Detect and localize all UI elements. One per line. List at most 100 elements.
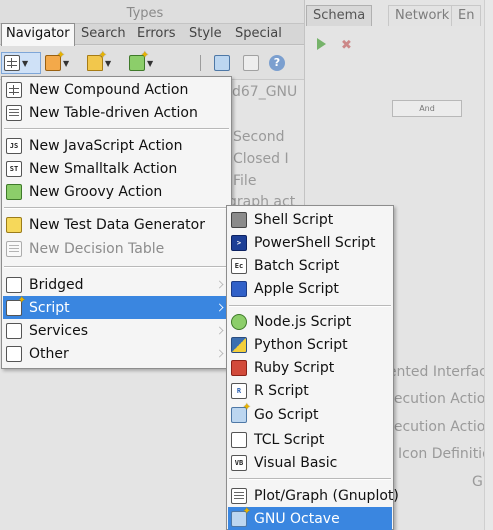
powershell-icon: > xyxy=(231,234,247,251)
menu-item-label: Go Script xyxy=(254,406,319,423)
submenu-arrow-icon xyxy=(215,303,224,312)
save-icon[interactable] xyxy=(243,55,259,71)
new-folder-icon: ✦ xyxy=(87,50,107,71)
menu-item-label: New Decision Table xyxy=(29,240,165,257)
types-label: Types xyxy=(126,6,164,21)
javascript-icon: JS xyxy=(6,137,22,154)
menu-item-nodejs-script[interactable]: Node.js Script xyxy=(228,310,392,333)
file-fragment: File xyxy=(233,173,257,189)
execution-fragment-2: xecution Action xyxy=(386,419,493,435)
menu-item-new-table-driven-action[interactable]: New Table-driven Action xyxy=(3,101,230,124)
tab-style[interactable]: Style xyxy=(185,24,226,45)
menu-item-visual-basic[interactable]: VB Visual Basic xyxy=(228,451,392,474)
menu-item-apple-script[interactable]: Apple Script xyxy=(228,277,392,300)
python-icon xyxy=(231,336,247,353)
menu-item-label: R Script xyxy=(254,382,309,399)
menu-item-label: Script xyxy=(29,299,70,316)
menu-item-gnuplot[interactable]: Plot/Graph (Gnuplot) xyxy=(228,484,399,507)
tab-network[interactable]: Network xyxy=(388,5,457,26)
menu-item-new-javascript-action[interactable]: JS New JavaScript Action xyxy=(3,134,230,157)
icon-definition-fragment: Icon Definition xyxy=(398,446,493,462)
menu-item-label: Batch Script xyxy=(254,257,340,274)
menu-item-label: Bridged xyxy=(29,276,84,293)
menu-separator xyxy=(4,207,229,209)
toolbar-separator xyxy=(200,55,201,71)
menu-item-services[interactable]: Services xyxy=(3,319,230,342)
menu-item-new-smalltalk-action[interactable]: ST New Smalltalk Action xyxy=(3,157,230,180)
menu-item-label: Apple Script xyxy=(254,280,339,297)
menu-item-label: New Smalltalk Action xyxy=(29,160,178,177)
copy-icon[interactable] xyxy=(214,55,230,71)
new-table-dropdown[interactable]: ✦ ▼ xyxy=(43,50,83,74)
menu-item-label: Shell Script xyxy=(254,211,334,228)
menu-item-python-script[interactable]: Python Script xyxy=(228,333,392,356)
execution-fragment-1: xecution Action xyxy=(386,391,493,407)
submenu-arrow-icon xyxy=(215,326,224,335)
gnuplot-icon xyxy=(231,487,247,504)
shell-script-icon xyxy=(231,211,247,228)
ruby-icon xyxy=(231,359,247,376)
title-fragment: d67_GNU xyxy=(232,84,298,100)
help-icon[interactable]: ? xyxy=(269,55,285,71)
menu-item-tcl-script[interactable]: TCL Script xyxy=(228,428,392,451)
tab-schema[interactable]: Schema xyxy=(306,5,373,26)
menu-item-go-script[interactable]: ✦ Go Script xyxy=(228,402,392,426)
menu-item-other[interactable]: Other xyxy=(3,342,230,365)
menu-separator xyxy=(4,266,229,268)
menu-item-bridged[interactable]: Bridged xyxy=(3,273,230,296)
menu-item-powershell-script[interactable]: > PowerShell Script xyxy=(228,231,392,254)
menu-item-label: New Compound Action xyxy=(29,81,189,98)
closed-fragment: Closed I xyxy=(233,151,289,167)
menu-separator xyxy=(4,128,229,130)
menu-item-script[interactable]: ✦ Script xyxy=(3,295,230,319)
nodejs-icon xyxy=(231,313,247,330)
tcl-script-icon xyxy=(231,431,247,448)
compound-action-icon xyxy=(4,55,20,71)
tab-special[interactable]: Special xyxy=(231,24,286,45)
second-fragment: Second xyxy=(233,129,285,145)
menu-item-label: PowerShell Script xyxy=(254,234,376,251)
run-icon[interactable] xyxy=(317,38,326,50)
script-folder-icon: ✦ xyxy=(6,295,26,316)
menu-separator xyxy=(229,305,391,307)
menu-item-label: New JavaScript Action xyxy=(29,137,183,154)
tab-search[interactable]: Search xyxy=(77,24,130,45)
menu-item-ruby-script[interactable]: Ruby Script xyxy=(228,356,392,379)
menu-item-label: New Table-driven Action xyxy=(29,104,198,121)
new-table-icon: ✦ xyxy=(45,50,65,71)
other-folder-icon xyxy=(6,345,22,362)
table-action-icon xyxy=(6,104,22,121)
new-folder-dropdown[interactable]: ✦ ▼ xyxy=(85,50,125,74)
menu-item-new-compound-action[interactable]: New Compound Action xyxy=(3,78,230,101)
menu-item-label: Services xyxy=(29,322,89,339)
chevron-down-icon: ▼ xyxy=(22,58,29,68)
menu-item-new-decision-table: New Decision Table xyxy=(3,237,230,260)
menu-item-label: Node.js Script xyxy=(254,313,352,330)
menu-item-new-groovy-action[interactable]: New Groovy Action xyxy=(3,180,230,203)
tab-en[interactable]: En xyxy=(451,5,482,26)
apple-script-icon xyxy=(231,280,247,297)
menu-item-label: Plot/Graph (Gnuplot) xyxy=(254,487,399,504)
menu-separator xyxy=(229,478,391,480)
menu-item-label: New Groovy Action xyxy=(29,183,163,200)
go-script-icon: ✦ xyxy=(231,402,251,423)
tab-navigator[interactable]: Navigator xyxy=(1,23,75,46)
stop-icon[interactable]: ✖ xyxy=(341,38,352,53)
menu-item-new-test-data-generator[interactable]: New Test Data Generator xyxy=(3,213,230,236)
menu-item-shell-script[interactable]: Shell Script xyxy=(228,208,392,231)
menu-item-gnu-octave[interactable]: ✦ GNU Octave xyxy=(228,506,392,530)
script-submenu: Shell Script > PowerShell Script Ec Batc… xyxy=(226,205,399,530)
menu-item-batch-script[interactable]: Ec Batch Script xyxy=(228,254,392,277)
new-class-dropdown[interactable]: ✦ ▼ xyxy=(127,50,167,74)
right-scrollbar[interactable] xyxy=(484,0,493,530)
menu-item-label: Ruby Script xyxy=(254,359,335,376)
menu-item-r-script[interactable]: R R Script xyxy=(228,379,392,402)
menu-item-label: GNU Octave xyxy=(254,510,340,527)
tab-errors[interactable]: Errors xyxy=(133,24,179,45)
new-action-dropdown[interactable]: ▼ xyxy=(1,52,41,74)
and-button[interactable]: And xyxy=(392,100,462,117)
menu-item-label: TCL Script xyxy=(254,431,325,448)
groovy-icon xyxy=(6,183,22,200)
test-data-icon xyxy=(6,216,22,233)
new-action-menu: New Compound Action New Table-driven Act… xyxy=(1,76,232,369)
